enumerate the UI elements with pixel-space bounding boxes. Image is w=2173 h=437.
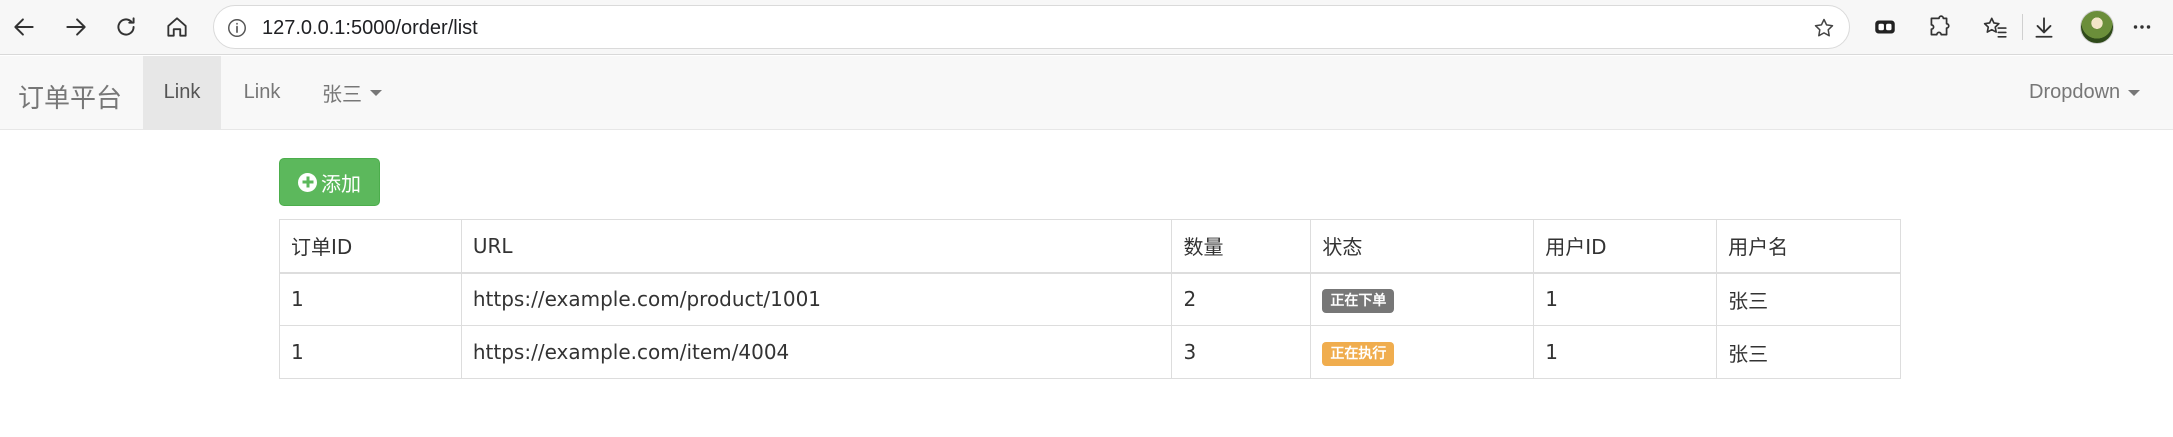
cell-url: https://example.com/product/1001: [460, 272, 1173, 326]
table-row: 1 https://example.com/product/1001 2 正在下…: [279, 272, 1901, 326]
cell-order-id: 1: [279, 325, 462, 379]
back-arrow-icon[interactable]: [5, 8, 43, 46]
favorites-icon[interactable]: [1976, 8, 2014, 46]
refresh-icon[interactable]: [107, 8, 145, 46]
toolbar-divider: [2022, 14, 2023, 40]
add-button-label: 添加: [321, 171, 361, 196]
cell-user-id: 1: [1533, 325, 1718, 379]
download-icon[interactable]: [2025, 8, 2063, 46]
right-dropdown[interactable]: Dropdown: [2009, 56, 2160, 129]
cell-username: 张三: [1716, 325, 1901, 379]
orders-table: 订单ID URL 数量 状态 用户ID 用户名 1 https://exampl…: [279, 219, 1901, 379]
puzzle-icon[interactable]: [1920, 8, 1958, 46]
cell-status: 正在下单: [1310, 272, 1535, 326]
profile-avatar[interactable]: [2080, 10, 2114, 44]
cell-quantity: 2: [1171, 272, 1312, 326]
header-username: 用户名: [1716, 219, 1901, 274]
status-badge: 正在执行: [1322, 341, 1395, 366]
header-quantity: 数量: [1171, 219, 1312, 274]
cell-url: https://example.com/item/4004: [460, 325, 1173, 379]
user-dropdown[interactable]: 张三: [302, 56, 402, 129]
extension-icon[interactable]: [1866, 8, 1904, 46]
right-dropdown-label: Dropdown: [2029, 81, 2121, 103]
cell-status: 正在执行: [1310, 325, 1535, 379]
more-icon[interactable]: [2123, 8, 2161, 46]
home-icon[interactable]: [158, 8, 196, 46]
plus-circle-icon: [298, 172, 317, 192]
address-bar[interactable]: 127.0.0.1:5000/order/list: [213, 5, 1850, 49]
header-user-id: 用户ID: [1533, 219, 1718, 274]
header-url: URL: [460, 219, 1173, 274]
chevron-down-icon: [370, 89, 382, 96]
forward-arrow-icon[interactable]: [57, 8, 95, 46]
address-url[interactable]: 127.0.0.1:5000/order/list: [262, 17, 478, 40]
nav-link[interactable]: Link: [222, 56, 302, 129]
status-badge: 正在下单: [1322, 288, 1395, 313]
cell-quantity: 3: [1171, 325, 1312, 379]
navbar-brand[interactable]: 订单平台: [18, 78, 122, 115]
cell-order-id: 1: [279, 272, 462, 326]
cell-user-id: 1: [1533, 272, 1718, 326]
favorite-star-icon[interactable]: [1811, 15, 1837, 41]
info-icon[interactable]: [224, 15, 250, 41]
browser-toolbar: 127.0.0.1:5000/order/list: [0, 0, 2173, 55]
header-status: 状态: [1310, 219, 1535, 274]
add-order-button[interactable]: 添加: [279, 158, 380, 206]
table-header-row: 订单ID URL 数量 状态 用户ID 用户名: [279, 219, 1901, 274]
table-row: 1 https://example.com/item/4004 3 正在执行 1…: [279, 325, 1901, 379]
chevron-down-icon: [2128, 89, 2141, 96]
cell-username: 张三: [1716, 272, 1901, 326]
app-navbar: 订单平台 Link Link 张三 Dropdown: [0, 56, 2173, 130]
nav-link-active[interactable]: Link: [143, 56, 221, 129]
user-dropdown-label: 张三: [322, 82, 362, 106]
header-order-id: 订单ID: [279, 219, 462, 274]
